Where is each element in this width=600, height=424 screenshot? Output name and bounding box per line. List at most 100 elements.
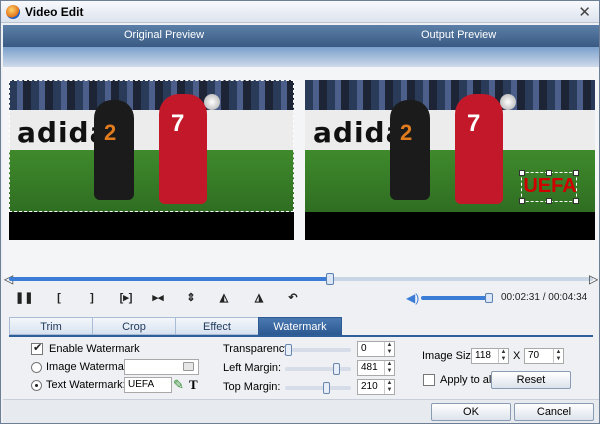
text-watermark-field[interactable]: UEFA <box>124 377 172 393</box>
watermark-handle[interactable] <box>573 198 579 204</box>
window-title: Video Edit <box>25 5 84 19</box>
tab-trim[interactable]: Trim <box>9 317 93 335</box>
tab-watermark[interactable]: Watermark <box>258 317 342 335</box>
app-logo-icon <box>6 5 20 19</box>
close-button[interactable]: ✕ <box>578 3 591 21</box>
player-dark-output: 2 <box>390 100 430 200</box>
spinner-arrows-icon[interactable]: ▲ ▼ <box>384 361 394 375</box>
player-red-number-output: 7 <box>467 110 481 137</box>
volume-slider-thumb[interactable] <box>485 293 494 303</box>
mark-in-icon[interactable]: [ <box>50 289 68 307</box>
edit-tabs: Trim Crop Effect Watermark <box>9 317 593 337</box>
left-margin-value: 481 <box>361 362 378 373</box>
ok-button[interactable]: OK <box>431 403 511 421</box>
top-margin-spinner[interactable]: 210 ▲ ▼ <box>357 379 395 395</box>
reset-button[interactable]: Reset <box>491 371 571 389</box>
top-margin-slider[interactable] <box>285 382 351 394</box>
crowd-background <box>9 80 294 110</box>
player-red: 7 <box>159 94 207 204</box>
folder-icon[interactable] <box>183 362 194 371</box>
watermark-handle[interactable] <box>546 170 552 176</box>
time-separator: / <box>542 292 546 303</box>
rotate-left-icon[interactable]: ◮ <box>250 289 268 307</box>
watermark-handle[interactable] <box>519 198 525 204</box>
text-watermark-label: Text Watermark: <box>46 379 126 391</box>
ad-boards-output: adidas <box>305 110 595 150</box>
volume-icon[interactable]: ◀) <box>406 291 419 305</box>
player-dark: 2 <box>94 100 134 200</box>
left-margin-slider-thumb[interactable] <box>333 363 340 375</box>
play-segment-icon[interactable]: [▸] <box>115 289 137 307</box>
volume-slider[interactable] <box>421 293 494 303</box>
preview-header: Original Preview Output Preview <box>3 25 599 67</box>
spinner-arrows-icon[interactable]: ▲ ▼ <box>498 349 508 363</box>
title-bar: Video Edit ✕ <box>1 1 599 23</box>
text-watermark-radio[interactable] <box>31 380 42 391</box>
split-icon[interactable]: ▸◂ <box>149 289 167 307</box>
pen-icon[interactable]: ✎ <box>173 377 184 393</box>
flip-horizontal-icon[interactable]: ◭ <box>215 289 233 307</box>
transport-controls: ❚❚ [ ] [▸] ▸◂ ⇕ ◭ ◮ ↶ ◀) 00:02:31 / 00:0… <box>1 289 600 309</box>
watermark-handle[interactable] <box>546 198 552 204</box>
undo-icon[interactable]: ↶ <box>284 289 302 307</box>
transparency-value: 0 <box>361 343 367 354</box>
transparency-spinner[interactable]: 0 ▲ ▼ <box>357 341 395 357</box>
image-height-value: 70 <box>528 350 540 361</box>
left-margin-spinner[interactable]: 481 ▲ ▼ <box>357 360 395 376</box>
tab-effect[interactable]: Effect <box>175 317 259 335</box>
crowd-background-output <box>305 80 595 110</box>
current-time: 00:02:31 <box>501 292 540 303</box>
watermark-overlay[interactable]: UEFA <box>519 170 579 204</box>
watermark-panel: Enable Watermark Image Watermark: Text W… <box>9 339 593 397</box>
player-red-output: 7 <box>455 94 503 204</box>
spinner-arrows-icon[interactable]: ▲ ▼ <box>553 349 563 363</box>
top-margin-label: Top Margin: <box>223 381 281 393</box>
watermark-handle[interactable] <box>573 170 579 176</box>
output-preview-label: Output Preview <box>421 29 497 41</box>
pause-icon[interactable]: ❚❚ <box>15 289 33 307</box>
apply-to-all-checkbox[interactable] <box>423 374 435 386</box>
left-margin-label: Left Margin: <box>223 362 282 374</box>
top-margin-value: 210 <box>361 381 378 392</box>
ad-boards: adidas <box>9 110 294 150</box>
volume-slider-fill <box>421 296 490 300</box>
pitch <box>9 150 294 212</box>
video-edit-window: Video Edit ✕ Original Preview Output Pre… <box>0 0 600 424</box>
seek-bar-thumb[interactable] <box>326 273 335 285</box>
player-red-number: 7 <box>171 110 185 137</box>
dialog-footer: OK Cancel <box>3 399 599 423</box>
seek-bar[interactable] <box>9 273 593 285</box>
text-format-icon[interactable]: T <box>189 377 198 393</box>
preview-area: adidas 2 7 adidas 2 7 UEFA <box>3 67 599 277</box>
video-frame: adidas 2 7 <box>9 80 294 212</box>
flip-vertical-icon[interactable]: ⇕ <box>182 289 200 307</box>
enable-watermark-label: Enable Watermark <box>49 343 140 355</box>
watermark-handle[interactable] <box>519 170 525 176</box>
tab-crop[interactable]: Crop <box>92 317 176 335</box>
total-time: 00:04:34 <box>548 292 588 303</box>
image-height-spinner[interactable]: 70 ▲ ▼ <box>524 348 564 364</box>
original-video[interactable]: adidas 2 7 <box>9 80 294 240</box>
enable-watermark-checkbox[interactable] <box>31 341 43 355</box>
video-frame-output: adidas 2 7 UEFA <box>305 80 595 212</box>
image-watermark-radio[interactable] <box>31 362 42 373</box>
top-margin-slider-thumb[interactable] <box>323 382 330 394</box>
image-width-spinner[interactable]: 118 ▲ ▼ <box>471 348 509 364</box>
apply-to-all-label: Apply to all <box>440 374 494 386</box>
transparency-label: Transparency: <box>223 343 293 355</box>
mark-out-icon[interactable]: ] <box>83 289 101 307</box>
spinner-arrows-icon[interactable]: ▲ ▼ <box>384 342 394 356</box>
transparency-slider[interactable] <box>285 344 351 356</box>
original-preview-label: Original Preview <box>124 29 205 41</box>
transparency-slider-thumb[interactable] <box>285 344 292 356</box>
time-display: 00:02:31 / 00:04:34 <box>501 292 587 303</box>
output-video: adidas 2 7 UEFA <box>305 80 595 240</box>
watermark-overlay-text: UEFA <box>523 175 577 197</box>
player-dark-number: 2 <box>104 120 117 145</box>
cancel-button[interactable]: Cancel <box>514 403 594 421</box>
seek-end-marker-icon[interactable]: ▷ <box>589 272 598 286</box>
spinner-arrows-icon[interactable]: ▲ ▼ <box>384 380 394 394</box>
ball-output <box>500 94 516 110</box>
left-margin-slider[interactable] <box>285 363 351 375</box>
image-watermark-label: Image Watermark: <box>46 361 137 373</box>
